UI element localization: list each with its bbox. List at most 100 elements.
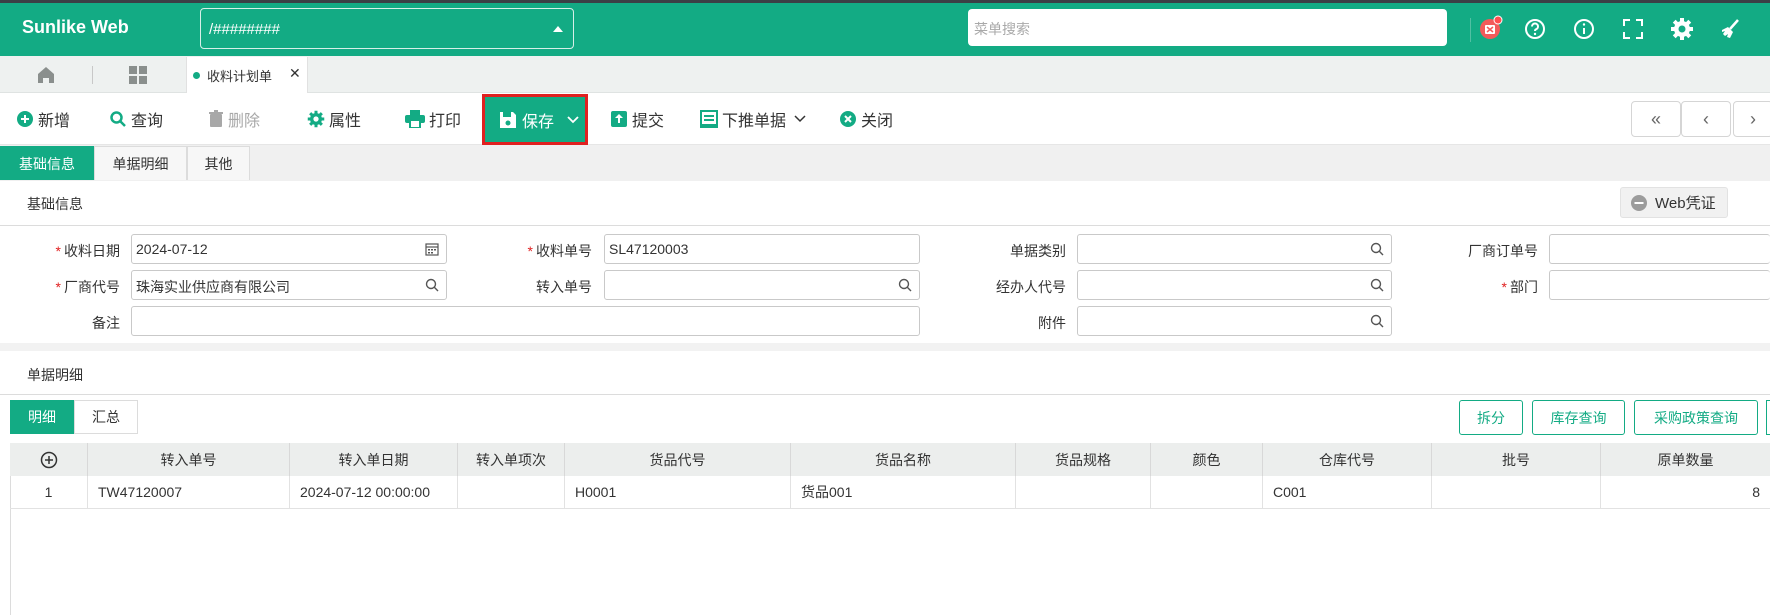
column-header[interactable]: 货品名称 bbox=[791, 443, 1016, 476]
receive-date-field[interactable]: 2024-07-12 bbox=[131, 234, 447, 264]
broom-icon[interactable] bbox=[1718, 17, 1742, 41]
column-header[interactable]: 转入单项次 bbox=[458, 443, 565, 476]
calendar-notification-icon[interactable] bbox=[1478, 15, 1504, 41]
column-header[interactable]: 颜色 bbox=[1151, 443, 1263, 476]
double-chevron-left-icon: « bbox=[1650, 108, 1661, 129]
doc-type-field[interactable] bbox=[1077, 234, 1392, 264]
remark-label: 备注 bbox=[92, 315, 120, 331]
document-icon bbox=[700, 110, 718, 128]
query-label: 查询 bbox=[131, 113, 164, 130]
chevron-down-icon bbox=[794, 115, 806, 123]
column-header[interactable]: 货品规格 bbox=[1016, 443, 1151, 476]
transfer-no-field[interactable] bbox=[604, 270, 920, 300]
column-header[interactable]: 原单数量 bbox=[1601, 443, 1770, 476]
vendor-order-no-field[interactable] bbox=[1549, 234, 1770, 264]
grid-apps-icon[interactable] bbox=[128, 65, 148, 85]
column-header[interactable]: 转入单号 bbox=[88, 443, 290, 476]
receive-no-label: * 收料单号 bbox=[527, 243, 592, 259]
top-divider bbox=[1470, 18, 1471, 42]
purchase-policy-query-button[interactable]: 采购政策查询 bbox=[1634, 400, 1758, 435]
tab-receiving-plan[interactable]: 收料计划单 ✕ bbox=[186, 57, 308, 93]
doc-type-label: 单据类别 bbox=[1010, 243, 1066, 259]
query-button[interactable]: 查询 bbox=[109, 108, 163, 130]
handler-code-field[interactable] bbox=[1077, 270, 1392, 300]
push-down-button[interactable]: 下推单据 bbox=[700, 108, 806, 130]
search-icon[interactable] bbox=[1370, 278, 1384, 292]
info-icon[interactable] bbox=[1573, 18, 1595, 40]
inventory-query-button[interactable]: 库存查询 bbox=[1532, 400, 1625, 435]
settings-icon[interactable] bbox=[1670, 17, 1694, 41]
print-button[interactable]: 打印 bbox=[405, 108, 461, 130]
table-cell[interactable]: 货品001 bbox=[791, 476, 1016, 509]
column-header[interactable]: 批号 bbox=[1432, 443, 1601, 476]
split-button[interactable]: 拆分 bbox=[1459, 400, 1523, 435]
row-index: 1 bbox=[10, 476, 88, 509]
delete-button[interactable]: 删除 bbox=[208, 108, 260, 130]
previous-record-button[interactable]: ‹ bbox=[1681, 101, 1731, 137]
first-record-button[interactable]: « bbox=[1631, 101, 1681, 137]
save-button[interactable]: 保存 bbox=[482, 94, 588, 145]
push-down-label: 下推单据 bbox=[722, 113, 787, 130]
tab-other[interactable]: 其他 bbox=[187, 146, 250, 180]
minus-circle-icon bbox=[1630, 194, 1648, 212]
attachment-field[interactable] bbox=[1077, 306, 1392, 336]
attachment-label: 附件 bbox=[1038, 315, 1066, 331]
vendor-code-label: * 厂商代号 bbox=[55, 279, 120, 295]
column-header[interactable]: 仓库代号 bbox=[1263, 443, 1432, 476]
table-cell[interactable]: H0001 bbox=[565, 476, 791, 509]
table-cell[interactable]: 8 bbox=[1601, 476, 1770, 509]
remark-field[interactable] bbox=[131, 306, 920, 336]
tab-basic-info[interactable]: 基础信息 bbox=[0, 146, 94, 180]
menu-search-input[interactable]: 菜单搜索 bbox=[968, 9, 1447, 46]
section-separator bbox=[0, 343, 1770, 351]
table-cell[interactable] bbox=[458, 476, 565, 509]
detail-heading: 单据明细 bbox=[27, 367, 83, 383]
table-cell[interactable]: TW47120007 bbox=[88, 476, 290, 509]
next-record-button[interactable]: › bbox=[1733, 101, 1770, 137]
more-button-edge[interactable] bbox=[1766, 400, 1770, 435]
table-cell[interactable] bbox=[1151, 476, 1263, 509]
basic-info-heading: 基础信息 bbox=[27, 196, 83, 212]
properties-label: 属性 bbox=[329, 113, 362, 130]
table-cell[interactable]: C001 bbox=[1263, 476, 1432, 509]
submit-label: 提交 bbox=[632, 113, 665, 130]
path-select[interactable]: /######## bbox=[200, 8, 574, 49]
chevron-right-icon: › bbox=[1750, 108, 1756, 129]
submit-button[interactable]: 提交 bbox=[610, 108, 664, 130]
tab-summary[interactable]: 汇总 bbox=[74, 400, 138, 434]
vendor-code-field[interactable]: 珠海实业供应商有限公司 bbox=[131, 270, 447, 300]
print-label: 打印 bbox=[429, 113, 462, 130]
search-icon[interactable] bbox=[425, 278, 439, 292]
calendar-icon[interactable] bbox=[425, 242, 439, 256]
search-icon[interactable] bbox=[1370, 314, 1384, 328]
tab-detail[interactable]: 明细 bbox=[10, 400, 74, 434]
path-value: /######## bbox=[209, 21, 280, 38]
properties-button[interactable]: 属性 bbox=[307, 108, 361, 130]
column-header[interactable]: 货品代号 bbox=[565, 443, 791, 476]
close-tab-icon[interactable]: ✕ bbox=[289, 65, 301, 82]
trash-icon bbox=[208, 110, 224, 128]
search-icon[interactable] bbox=[1370, 242, 1384, 256]
add-row-header[interactable] bbox=[10, 443, 88, 476]
gear-icon bbox=[307, 110, 325, 128]
handler-code-label: 经办人代号 bbox=[996, 279, 1066, 295]
web-voucher-button[interactable]: Web凭证 bbox=[1620, 187, 1728, 218]
add-button[interactable]: 新增 bbox=[16, 108, 70, 130]
home-icon[interactable] bbox=[36, 65, 56, 85]
column-header[interactable]: 转入单日期 bbox=[290, 443, 458, 476]
table-cell[interactable] bbox=[1016, 476, 1151, 509]
floppy-disk-icon bbox=[499, 111, 517, 129]
divider bbox=[0, 225, 1770, 226]
table-cell[interactable] bbox=[1432, 476, 1601, 509]
receive-no-field[interactable]: SL47120003 bbox=[604, 234, 920, 264]
search-icon[interactable] bbox=[898, 278, 912, 292]
department-field[interactable] bbox=[1549, 270, 1770, 300]
plus-circle-outline-icon[interactable] bbox=[40, 451, 58, 469]
close-button[interactable]: 关闭 bbox=[839, 108, 893, 130]
fullscreen-icon[interactable] bbox=[1622, 18, 1644, 40]
help-icon[interactable] bbox=[1524, 18, 1546, 40]
close-label: 关闭 bbox=[861, 113, 894, 130]
tab-doc-detail[interactable]: 单据明细 bbox=[94, 146, 187, 180]
caret-up-icon bbox=[553, 26, 563, 32]
table-cell[interactable]: 2024-07-12 00:00:00 bbox=[290, 476, 458, 509]
